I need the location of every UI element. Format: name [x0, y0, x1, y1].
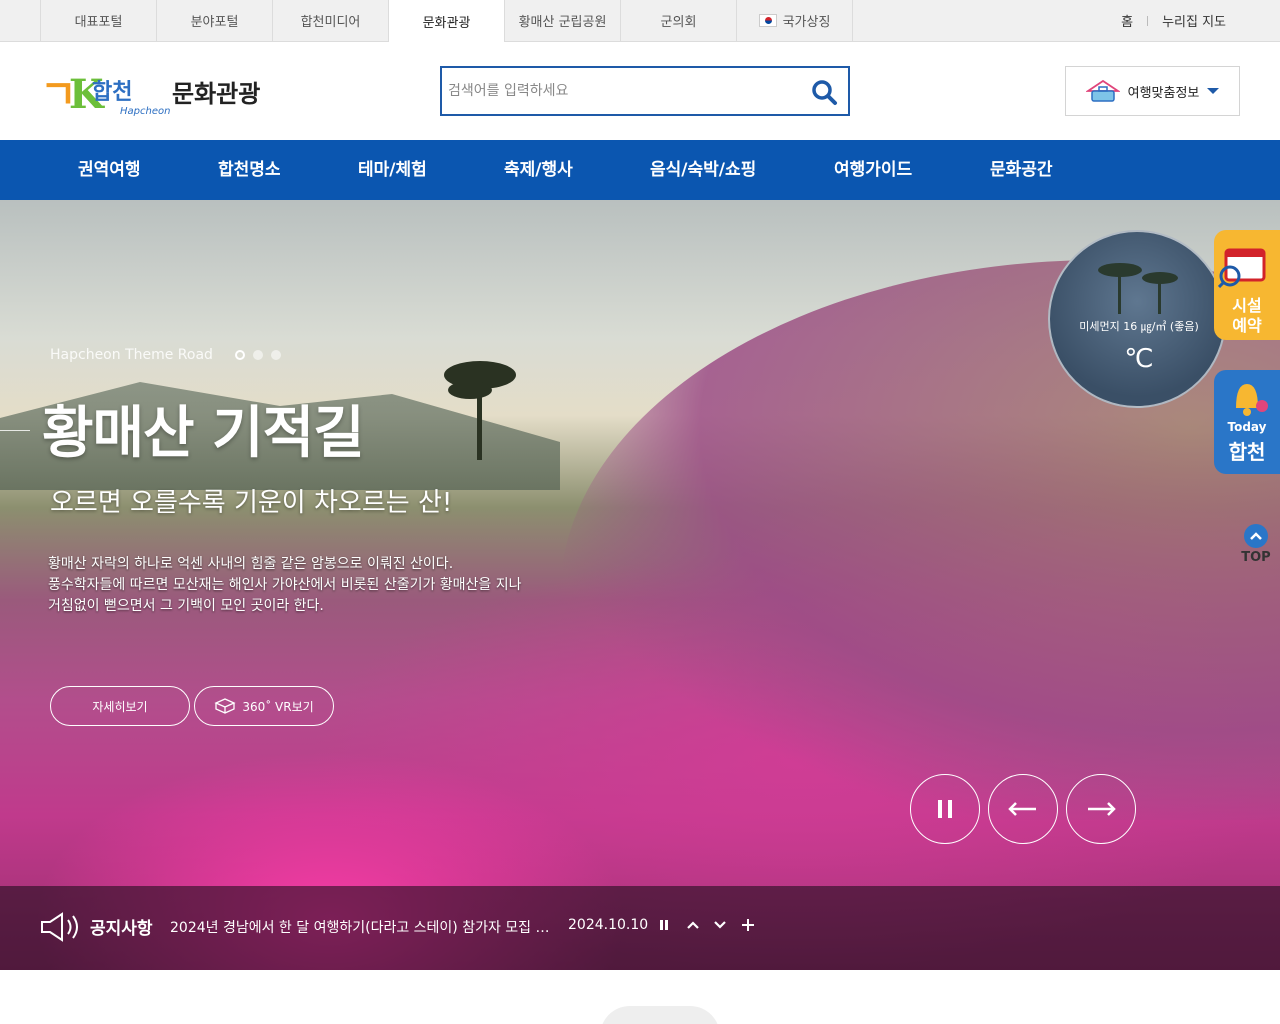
- hero-title: 황매산 기적길: [42, 401, 365, 466]
- decorative-shape: [600, 1006, 720, 1024]
- tab-main-portal[interactable]: 대표포털: [41, 0, 157, 41]
- tab-culture-tourism[interactable]: 문화관광: [389, 0, 505, 42]
- top-utility-bar: 대표포털 분야포털 합천미디어 문화관광 황매산 군립공원 군의회 국가상징 홈…: [0, 0, 1280, 42]
- search-icon: [812, 80, 837, 105]
- tab-label: 황매산 군립공원: [518, 15, 607, 30]
- arrow-right-icon: [1088, 802, 1116, 816]
- tab-label: 대표포털: [74, 15, 123, 30]
- tab-label: 국가상징: [782, 15, 831, 30]
- calendar-search-icon: [1218, 248, 1266, 288]
- vr-button[interactable]: 360˚ VR보기: [194, 686, 334, 726]
- pause-button[interactable]: [910, 774, 980, 844]
- tab-label: 분야포털: [190, 15, 239, 30]
- korean-flag-icon: [758, 14, 777, 27]
- tab-hwangmaesan-park[interactable]: 황매산 군립공원: [505, 0, 621, 41]
- divider: [1147, 15, 1149, 26]
- slide-dot[interactable]: [271, 350, 281, 360]
- tab-label: 군의회: [660, 15, 697, 30]
- hero-description-line: 황매산 자락의 하나로 억센 사내의 힘줄 같은 암봉으로 이뤄진 산이다.: [48, 556, 454, 572]
- scroll-top-label: TOP: [1241, 550, 1271, 565]
- hero-tagline: 오르면 오를수록 기운이 차오르는 산!: [50, 488, 453, 518]
- notice-pause-button[interactable]: [656, 916, 672, 934]
- home-link[interactable]: 홈: [1121, 11, 1133, 30]
- top-links: 홈 누리집 지도: [1121, 0, 1226, 41]
- hero-description: 황매산 자락의 하나로 억센 사내의 힘줄 같은 암봉으로 이뤄진 산이다. 풍…: [48, 554, 608, 617]
- main-nav: 권역여행 합천명소 테마/체험 축제/행사 음식/숙박/쇼핑 여행가이드 문화공…: [0, 140, 1280, 200]
- chevron-up-icon: [1244, 524, 1268, 548]
- tab-label: 합천미디어: [300, 15, 361, 30]
- travel-bag-icon: [1085, 79, 1120, 102]
- nav-item-attractions[interactable]: 합천명소: [218, 140, 281, 200]
- site-logo[interactable]: ㄱK 합천 Hapcheon 문화관광: [40, 62, 280, 122]
- nav-item-regional-travel[interactable]: 권역여행: [78, 140, 141, 200]
- nav-item-culture-space[interactable]: 문화공간: [990, 140, 1053, 200]
- notice-label: 공지사항: [90, 919, 153, 939]
- detail-button-label: 자세히보기: [92, 699, 148, 714]
- notice-next-button[interactable]: [712, 916, 728, 934]
- plus-icon: [742, 919, 754, 931]
- nav-item-travel-guide[interactable]: 여행가이드: [834, 140, 912, 200]
- tab-media[interactable]: 합천미디어: [273, 0, 389, 41]
- today-hapcheon-button[interactable]: Today 합천: [1214, 370, 1280, 474]
- hero-description-line: 풍수학자들에 따르면 모산재는 해인사 가야산에서 비롯된 산줄기가 황매산을 …: [48, 577, 522, 593]
- chevron-up-icon: [687, 921, 699, 929]
- notice-date: 2024.10.10: [568, 917, 649, 933]
- travel-info-label: 여행맞춤정보: [1127, 85, 1200, 101]
- vr-button-label: 360˚ VR보기: [242, 699, 314, 714]
- tree-silhouette-icon: [1098, 263, 1178, 314]
- tab-national-symbol[interactable]: 국가상징: [737, 0, 853, 41]
- search-button[interactable]: [810, 78, 838, 106]
- tab-field-portal[interactable]: 분야포털: [157, 0, 273, 41]
- pine-tree-image: [444, 361, 516, 460]
- slide-dot[interactable]: [235, 350, 245, 360]
- tab-council[interactable]: 군의회: [621, 0, 737, 41]
- notice-title-link[interactable]: 2024년 경남에서 한 달 여행하기(다라고 스테이) 참가자 모집 안내: [170, 917, 555, 937]
- fine-dust-status: 미세먼지 16 ㎍/㎥ (좋음): [1079, 320, 1199, 333]
- reservation-label: 예약: [1232, 316, 1262, 335]
- tab-label: 문화관광: [422, 15, 471, 31]
- notice-bar: 공지사항 2024년 경남에서 한 달 여행하기(다라고 스테이) 참가자 모집…: [0, 886, 1280, 970]
- pause-icon: [938, 800, 952, 818]
- megaphone-icon: [41, 912, 78, 942]
- today-label: 합천: [1228, 440, 1266, 464]
- logo-name: 합천: [92, 80, 133, 105]
- notice-more-button[interactable]: [740, 916, 756, 934]
- detail-button[interactable]: 자세히보기: [50, 686, 190, 726]
- temperature: ℃: [1124, 344, 1154, 374]
- weather-widget: 미세먼지 16 ㎍/㎥ (좋음) ℃: [1048, 230, 1226, 408]
- facility-reservation-button[interactable]: 시설 예약: [1214, 230, 1280, 340]
- portal-tabs: 대표포털 분야포털 합천미디어 문화관광 황매산 군립공원 군의회 국가상징: [40, 0, 853, 42]
- search-input[interactable]: [448, 68, 798, 114]
- prev-slide-button[interactable]: [988, 774, 1058, 844]
- chevron-down-icon: [714, 921, 726, 929]
- notice-prev-button[interactable]: [685, 916, 701, 934]
- pause-icon: [660, 920, 668, 930]
- hero-subtitle: Hapcheon Theme Road: [50, 347, 213, 363]
- nav-item-food-lodging-shopping[interactable]: 음식/숙박/쇼핑: [650, 140, 756, 200]
- logo-title: 문화관광: [172, 80, 261, 108]
- slide-dot[interactable]: [253, 350, 263, 360]
- decorative-line: [0, 430, 30, 431]
- search-box: [440, 66, 850, 116]
- site-header: ㄱK 합천 Hapcheon 문화관광 여행맞춤정보: [0, 42, 1280, 140]
- logo-subtitle: Hapcheon: [120, 106, 171, 117]
- vr-cube-icon: [214, 698, 236, 714]
- sitemap-link[interactable]: 누리집 지도: [1162, 11, 1226, 30]
- hero-description-line: 거침없이 뻗으면서 그 기백이 모인 곳이라 한다.: [48, 598, 324, 614]
- slide-indicators: [235, 350, 281, 360]
- chevron-down-icon: [1207, 88, 1220, 94]
- hero-slider: Hapcheon Theme Road 황매산 기적길 오르면 오를수록 기운이…: [0, 200, 1280, 970]
- bell-icon: [1236, 384, 1268, 416]
- scroll-top-button[interactable]: TOP: [1240, 524, 1272, 565]
- arrow-left-icon: [1008, 802, 1036, 816]
- next-slide-button[interactable]: [1066, 774, 1136, 844]
- nav-item-festivals[interactable]: 축제/행사: [504, 140, 573, 200]
- today-label: Today: [1227, 420, 1267, 434]
- nav-item-theme-experience[interactable]: 테마/체험: [358, 140, 427, 200]
- travel-info-dropdown[interactable]: 여행맞춤정보: [1065, 66, 1240, 116]
